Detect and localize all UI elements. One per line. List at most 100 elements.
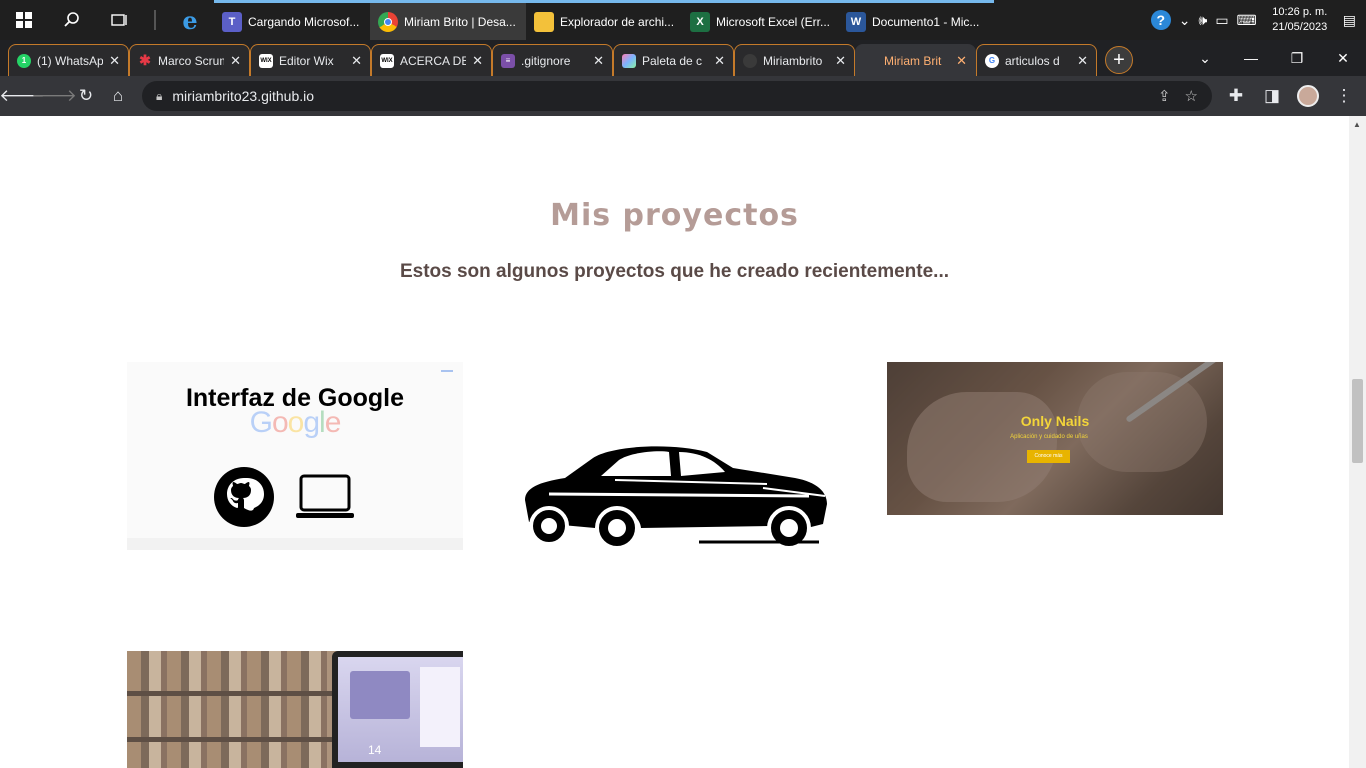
address-bar[interactable]: 🔒︎ miriambrito23.github.io ⇪ ☆: [142, 81, 1212, 111]
project-card-laptop[interactable]: 14: [127, 651, 463, 768]
tab-search-icon[interactable]: ⌄: [1182, 40, 1228, 76]
tab-title: Miriambrito: [763, 53, 823, 68]
bookmark-star-icon[interactable]: ☆: [1185, 87, 1198, 105]
close-window-icon[interactable]: ✕: [1320, 40, 1366, 76]
screen-photo: [350, 671, 410, 719]
taskbar-app-chrome[interactable]: Miriam Brito | Desa...: [370, 0, 526, 40]
close-tab-icon[interactable]: ✕: [593, 53, 604, 69]
help-icon[interactable]: ?: [1150, 10, 1171, 30]
url-text[interactable]: miriambrito23.github.io: [172, 88, 314, 104]
notifications-icon[interactable]: ▤: [1343, 12, 1356, 29]
tab-title: .gitignore: [521, 53, 571, 68]
taskbar-divider: [154, 10, 156, 30]
google-footer: [127, 538, 463, 550]
close-tab-icon[interactable]: ✕: [835, 53, 846, 69]
whatsapp-icon: 1: [17, 53, 31, 68]
close-tab-icon[interactable]: ✕: [1077, 53, 1088, 69]
tab-miriam-brito-active[interactable]: Miriam Brit ✕: [855, 44, 976, 76]
project-subtitle: Aplicación y cuidado de uñas: [1010, 434, 1088, 440]
chevron-up-icon[interactable]: ⌄: [1179, 12, 1191, 29]
task-view-icon[interactable]: [96, 0, 144, 40]
project-card-only-nails[interactable]: Only Nails Aplicación y cuidado de uñas …: [887, 362, 1223, 515]
screen-content: 14: [338, 657, 463, 762]
taskbar-app-label: Explorador de archi...: [560, 14, 675, 29]
project-title: Interfaz de Google: [185, 384, 405, 412]
minimize-icon[interactable]: —: [1228, 40, 1274, 76]
new-tab-button[interactable]: +: [1105, 46, 1133, 74]
shelf-board: [127, 737, 337, 742]
taskbar-app-label: Miriam Brito | Desa...: [404, 14, 516, 29]
taskbar-app-explorer[interactable]: Explorador de archi...: [526, 0, 682, 40]
folder-icon: [534, 11, 554, 32]
forward-arrow-icon[interactable]: 🡒: [31, 80, 77, 112]
browser-tab-strip: 1 (1) WhatsApp ✕ ✱ Marco Scrum ✕ WIX Edi…: [0, 40, 1366, 76]
tab-gitignore[interactable]: ≡ .gitignore ✕: [492, 44, 613, 76]
teams-icon: T: [222, 11, 242, 32]
window-controls: ⌄ — ❐ ✕: [1182, 40, 1366, 76]
clock-time: 10:26 p. m.: [1272, 6, 1328, 18]
taskbar-app-label: Microsoft Excel (Err...: [716, 14, 831, 29]
profile-avatar[interactable]: [1292, 80, 1324, 112]
close-tab-icon[interactable]: ✕: [230, 53, 241, 69]
side-panel-icon[interactable]: ◨: [1256, 80, 1288, 112]
internet-explorer-icon[interactable]: e: [166, 0, 214, 40]
tab-acerca-de[interactable]: WIX ACERCA DE ✕: [371, 44, 492, 76]
scroll-up-arrow-icon[interactable]: ▲: [1353, 120, 1361, 129]
system-tray: ? ⌄ 🕪 ▭ ⌨ 10:26 p. m. 21/05/2023 ▤: [1150, 0, 1366, 40]
close-tab-icon[interactable]: ✕: [956, 53, 967, 69]
reload-icon[interactable]: ↻: [70, 80, 102, 112]
close-tab-icon[interactable]: ✕: [472, 53, 483, 69]
screen-number: 14: [368, 743, 382, 757]
tab-title: Marco Scrum: [158, 53, 225, 68]
tab-title: ACERCA DE: [400, 53, 467, 68]
extensions-puzzle-icon[interactable]: ✚: [1220, 80, 1252, 112]
project-card-car[interactable]: [519, 438, 831, 550]
page-subtitle: Estos son algunos proyectos que he cread…: [399, 261, 950, 282]
tab-miriambrito-github[interactable]: Miriambrito ✕: [734, 44, 855, 76]
close-tab-icon[interactable]: ✕: [109, 53, 120, 69]
network-icon[interactable]: ▭: [1215, 12, 1228, 29]
excel-icon: X: [690, 11, 710, 32]
clock[interactable]: 10:26 p. m. 21/05/2023: [1265, 5, 1335, 35]
tab-articulos[interactable]: G articulos d ✕: [976, 44, 1097, 76]
laptop-icon[interactable]: [295, 474, 355, 525]
conoce-mas-button[interactable]: Conoce más: [1027, 450, 1070, 463]
taskbar-app-label: Cargando Microsof...: [248, 14, 360, 29]
shelf-board: [127, 691, 337, 696]
tab-editor-wix[interactable]: WIX Editor Wix ✕: [250, 44, 371, 76]
restore-icon[interactable]: ❐: [1274, 40, 1320, 76]
lock-icon[interactable]: 🔒︎: [156, 89, 162, 104]
tab-title: articulos d: [1005, 53, 1060, 68]
taskbar-app-teams[interactable]: T Cargando Microsof...: [214, 0, 370, 40]
tab-title: Editor Wix: [279, 53, 334, 68]
page-title: Mis proyectos: [550, 198, 799, 233]
screen-sidebar: [420, 667, 460, 747]
chrome-icon: [378, 11, 398, 32]
close-tab-icon[interactable]: ✕: [714, 53, 725, 69]
wix-icon: WIX: [259, 53, 273, 68]
taskbar-app-word[interactable]: W Documento1 - Mic...: [838, 0, 994, 40]
windows-start-icon[interactable]: [0, 0, 48, 40]
close-tab-icon[interactable]: ✕: [351, 53, 362, 69]
kebab-menu-icon[interactable]: ⋮: [1328, 80, 1360, 112]
taskbar-app-excel[interactable]: X Microsoft Excel (Err...: [682, 0, 838, 40]
volume-icon[interactable]: 🕪: [1198, 12, 1207, 29]
laptop-screen-image: 14: [332, 651, 463, 768]
project-title: Only Nails: [1020, 413, 1090, 429]
github-icon: [743, 53, 757, 68]
home-icon[interactable]: ⌂: [102, 80, 134, 112]
search-icon[interactable]: [48, 0, 96, 40]
keyboard-icon[interactable]: ⌨: [1237, 12, 1257, 29]
web-page: Mis proyectos Estos son algunos proyecto…: [0, 116, 1349, 768]
github-icon[interactable]: [213, 466, 275, 533]
tab-title: (1) WhatsApp: [37, 53, 104, 68]
google-signin-button: [441, 370, 453, 372]
google-icon: G: [985, 53, 999, 68]
share-icon[interactable]: ⇪: [1158, 87, 1171, 105]
page-scrollbar[interactable]: ▲: [1349, 116, 1366, 768]
tab-marco-scrum[interactable]: ✱ Marco Scrum ✕: [129, 44, 250, 76]
tab-whatsapp[interactable]: 1 (1) WhatsApp ✕: [8, 44, 129, 76]
scrollbar-thumb[interactable]: [1352, 379, 1363, 463]
project-card-google[interactable]: Google Interfaz de Google: [127, 362, 463, 550]
tab-paleta[interactable]: Paleta de c ✕: [613, 44, 734, 76]
